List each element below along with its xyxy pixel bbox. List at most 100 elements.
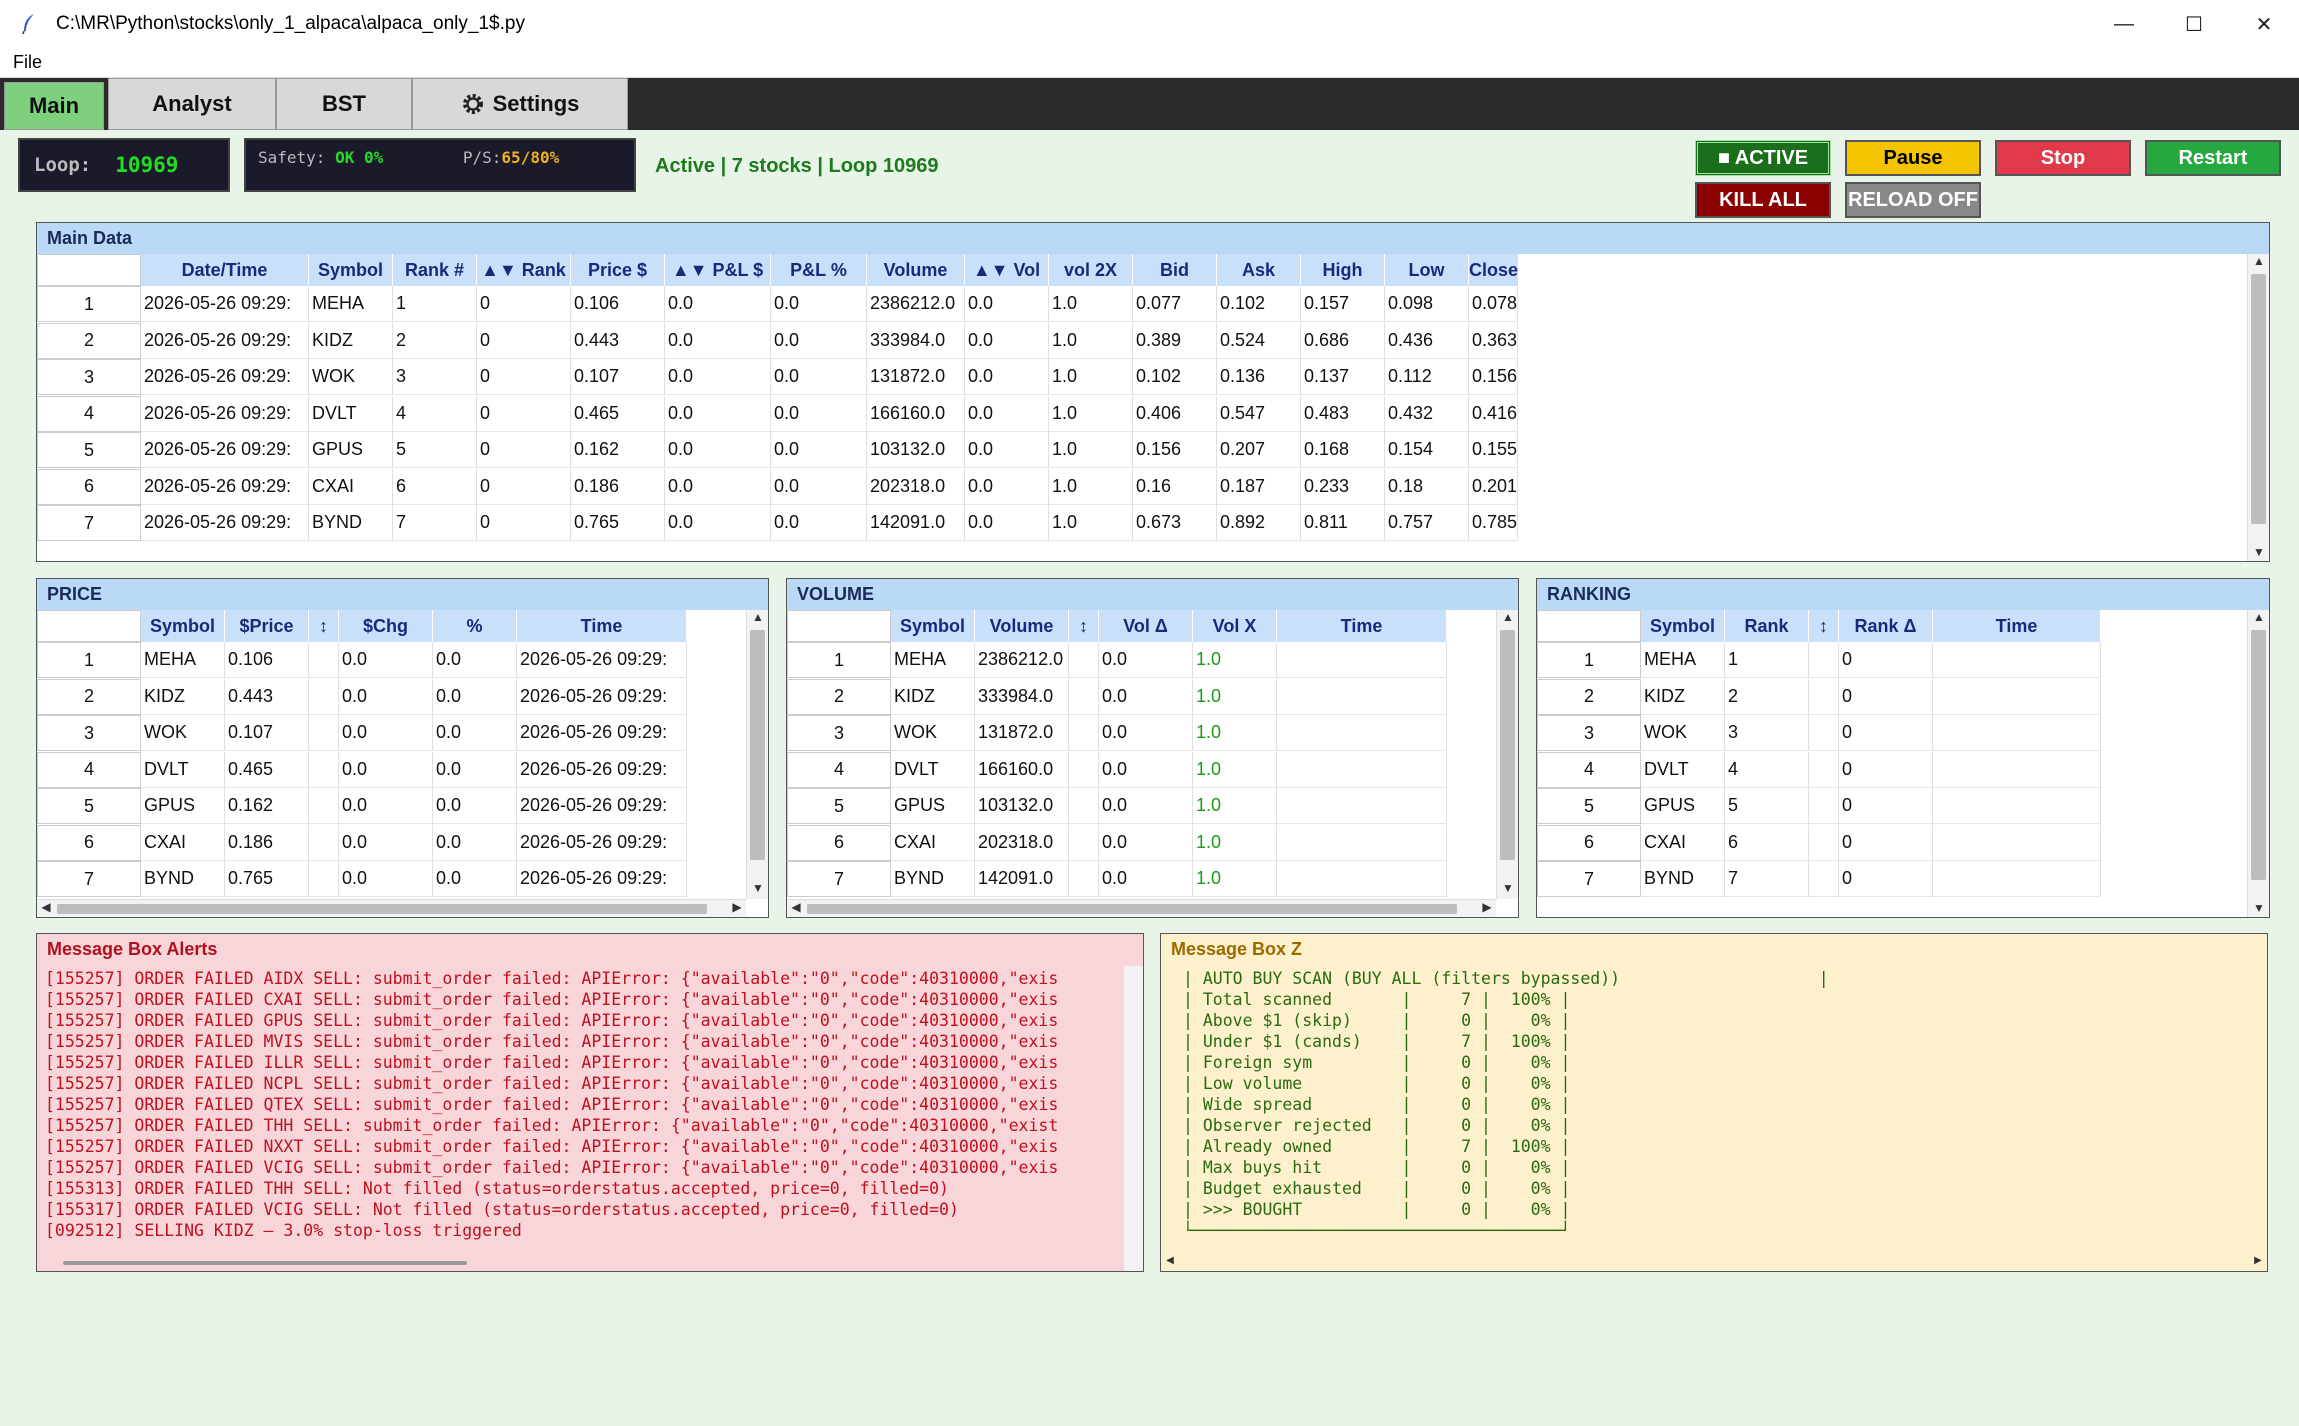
price-hscrollbar[interactable]: ◀ ▶ xyxy=(37,899,746,917)
table-row[interactable]: 1 MEHA 2386212.0 0.0 1.0 xyxy=(787,642,1447,678)
stop-button[interactable]: Stop xyxy=(1995,140,2131,176)
column-header[interactable]: Symbol xyxy=(1641,610,1725,642)
column-header[interactable]: Rank # xyxy=(393,254,477,286)
column-header[interactable]: ↕ xyxy=(1069,610,1099,642)
table-row[interactable]: 5 GPUS 5 0 xyxy=(1537,788,2101,824)
table-row[interactable]: 3 WOK 3 0 xyxy=(1537,715,2101,751)
scroll-right-arrow-icon[interactable]: ▶ xyxy=(1478,900,1496,917)
column-header[interactable]: Time xyxy=(1933,610,2101,642)
table-row[interactable]: 1 MEHA 0.106 0.0 0.0 2026-05-26 09:29: xyxy=(37,642,687,678)
scroll-up-arrow-icon[interactable]: ▲ xyxy=(2248,610,2269,628)
minimize-button[interactable]: — xyxy=(2089,0,2159,48)
column-header[interactable]: Bid xyxy=(1133,254,1217,286)
column-header[interactable]: Rank Δ xyxy=(1839,610,1933,642)
column-header[interactable]: % xyxy=(433,610,517,642)
column-header[interactable]: ▲▼ Rank xyxy=(477,254,571,286)
volume-hscrollbar[interactable]: ◀ ▶ xyxy=(787,899,1496,917)
menu-file[interactable]: File xyxy=(13,52,42,73)
pause-button[interactable]: Pause xyxy=(1845,140,1981,176)
scroll-thumb[interactable] xyxy=(2251,630,2266,880)
column-header[interactable]: ↕ xyxy=(1809,610,1839,642)
scroll-down-arrow-icon[interactable]: ▼ xyxy=(2248,545,2269,561)
column-header[interactable]: Low xyxy=(1385,254,1469,286)
alerts-vscrollbar[interactable] xyxy=(1123,966,1143,1271)
column-header[interactable]: vol 2X xyxy=(1049,254,1133,286)
table-row[interactable]: 5 GPUS 0.162 0.0 0.0 2026-05-26 09:29: xyxy=(37,788,687,824)
table-row[interactable]: 6 CXAI 6 0 xyxy=(1537,824,2101,861)
boxz-hscrollbar[interactable]: ◀ ▶ xyxy=(1161,1255,2267,1271)
ranking-vscrollbar[interactable]: ▲ ▼ xyxy=(2247,610,2269,917)
table-row[interactable]: 6 CXAI 0.186 0.0 0.0 2026-05-26 09:29: xyxy=(37,824,687,861)
tab-bst[interactable]: BST xyxy=(276,78,412,130)
restart-button[interactable]: Restart xyxy=(2145,140,2281,176)
column-header[interactable]: Volume xyxy=(867,254,965,286)
scroll-left-arrow-icon[interactable]: ◀ xyxy=(1161,1255,1179,1271)
alerts-hscrollbar[interactable] xyxy=(37,1257,1123,1271)
table-row[interactable]: 2 KIDZ 2 0 xyxy=(1537,678,2101,715)
column-header[interactable]: $Price xyxy=(225,610,309,642)
table-row[interactable]: 4 DVLT 0.465 0.0 0.0 2026-05-26 09:29: xyxy=(37,751,687,788)
column-header[interactable]: ↕ xyxy=(309,610,339,642)
column-header[interactable]: Ask xyxy=(1217,254,1301,286)
column-header[interactable]: Time xyxy=(517,610,687,642)
table-row[interactable]: 3 WOK 0.107 0.0 0.0 2026-05-26 09:29: xyxy=(37,715,687,751)
table-row[interactable]: 1 MEHA 1 0 xyxy=(1537,642,2101,678)
scroll-thumb[interactable] xyxy=(57,904,707,914)
active-button[interactable]: ■ ACTIVE xyxy=(1695,140,1831,176)
column-header[interactable]: Volume xyxy=(975,610,1069,642)
scroll-right-arrow-icon[interactable]: ▶ xyxy=(2249,1255,2267,1271)
scroll-up-arrow-icon[interactable]: ▲ xyxy=(1497,610,1518,628)
main-data-vscrollbar[interactable]: ▲ ▼ xyxy=(2247,254,2269,561)
scroll-left-arrow-icon[interactable]: ◀ xyxy=(37,900,55,917)
log-line: | Under $1 (cands) | 7 | 100% | xyxy=(1183,1032,1571,1051)
scroll-down-arrow-icon[interactable]: ▼ xyxy=(747,881,768,899)
scroll-up-arrow-icon[interactable]: ▲ xyxy=(2248,254,2269,272)
table-row[interactable]: 5 GPUS 103132.0 0.0 1.0 xyxy=(787,788,1447,824)
scroll-left-arrow-icon[interactable]: ◀ xyxy=(787,900,805,917)
scroll-thumb[interactable] xyxy=(807,904,1457,914)
close-button[interactable]: ✕ xyxy=(2229,0,2299,48)
column-header[interactable]: ▲▼ Vol xyxy=(965,254,1049,286)
table-row[interactable]: 2 KIDZ 333984.0 0.0 1.0 xyxy=(787,678,1447,715)
alerts-log[interactable]: [155257] ORDER FAILED AIDX SELL: submit_… xyxy=(45,968,1115,1241)
boxz-log[interactable]: | AUTO BUY SCAN (BUY ALL (filters bypass… xyxy=(1183,968,2239,1241)
column-header[interactable]: High xyxy=(1301,254,1385,286)
maximize-button[interactable]: ☐ xyxy=(2159,0,2229,48)
scroll-up-arrow-icon[interactable]: ▲ xyxy=(747,610,768,628)
column-header[interactable]: P&L % xyxy=(771,254,867,286)
table-row[interactable]: 7 BYND 7 0 xyxy=(1537,861,2101,897)
column-header[interactable]: Vol Δ xyxy=(1099,610,1193,642)
column-header[interactable]: $Chg xyxy=(339,610,433,642)
table-row[interactable]: 6 CXAI 202318.0 0.0 1.0 xyxy=(787,824,1447,861)
column-header[interactable]: Symbol xyxy=(141,610,225,642)
table-row[interactable]: 3 WOK 131872.0 0.0 1.0 xyxy=(787,715,1447,751)
table-row[interactable]: 4 DVLT 166160.0 0.0 1.0 xyxy=(787,751,1447,788)
scroll-thumb[interactable] xyxy=(63,1261,467,1265)
scroll-thumb[interactable] xyxy=(750,630,765,860)
scroll-thumb[interactable] xyxy=(1500,630,1515,860)
tab-analyst[interactable]: Analyst xyxy=(108,78,276,130)
scroll-thumb[interactable] xyxy=(2251,274,2266,524)
column-header[interactable]: Price $ xyxy=(571,254,665,286)
column-header[interactable]: Time xyxy=(1277,610,1447,642)
column-header[interactable]: Rank xyxy=(1725,610,1809,642)
column-header[interactable]: Vol X xyxy=(1193,610,1277,642)
kill-all-button[interactable]: KILL ALL xyxy=(1695,182,1831,218)
column-header[interactable]: ▲▼ P&L $ xyxy=(665,254,771,286)
table-row[interactable]: 2 KIDZ 0.443 0.0 0.0 2026-05-26 09:29: xyxy=(37,678,687,715)
column-header[interactable]: Close xyxy=(1469,254,1520,286)
table-row[interactable]: 7 BYND 0.765 0.0 0.0 2026-05-26 09:29: xyxy=(37,861,687,897)
scroll-down-arrow-icon[interactable]: ▼ xyxy=(1497,881,1518,899)
price-vscrollbar[interactable]: ▲ ▼ xyxy=(746,610,768,899)
table-row[interactable]: 7 BYND 142091.0 0.0 1.0 xyxy=(787,861,1447,897)
table-row[interactable]: 4 DVLT 4 0 xyxy=(1537,751,2101,788)
column-header[interactable]: Symbol xyxy=(309,254,393,286)
reload-toggle-button[interactable]: RELOAD OFF xyxy=(1845,182,1981,218)
column-header[interactable]: Symbol xyxy=(891,610,975,642)
scroll-down-arrow-icon[interactable]: ▼ xyxy=(2248,901,2269,917)
column-header[interactable]: Date/Time xyxy=(141,254,309,286)
volume-vscrollbar[interactable]: ▲ ▼ xyxy=(1496,610,1518,899)
scroll-right-arrow-icon[interactable]: ▶ xyxy=(728,900,746,917)
tab-main[interactable]: Main xyxy=(4,82,104,130)
tab-settings[interactable]: Settings xyxy=(412,78,628,130)
